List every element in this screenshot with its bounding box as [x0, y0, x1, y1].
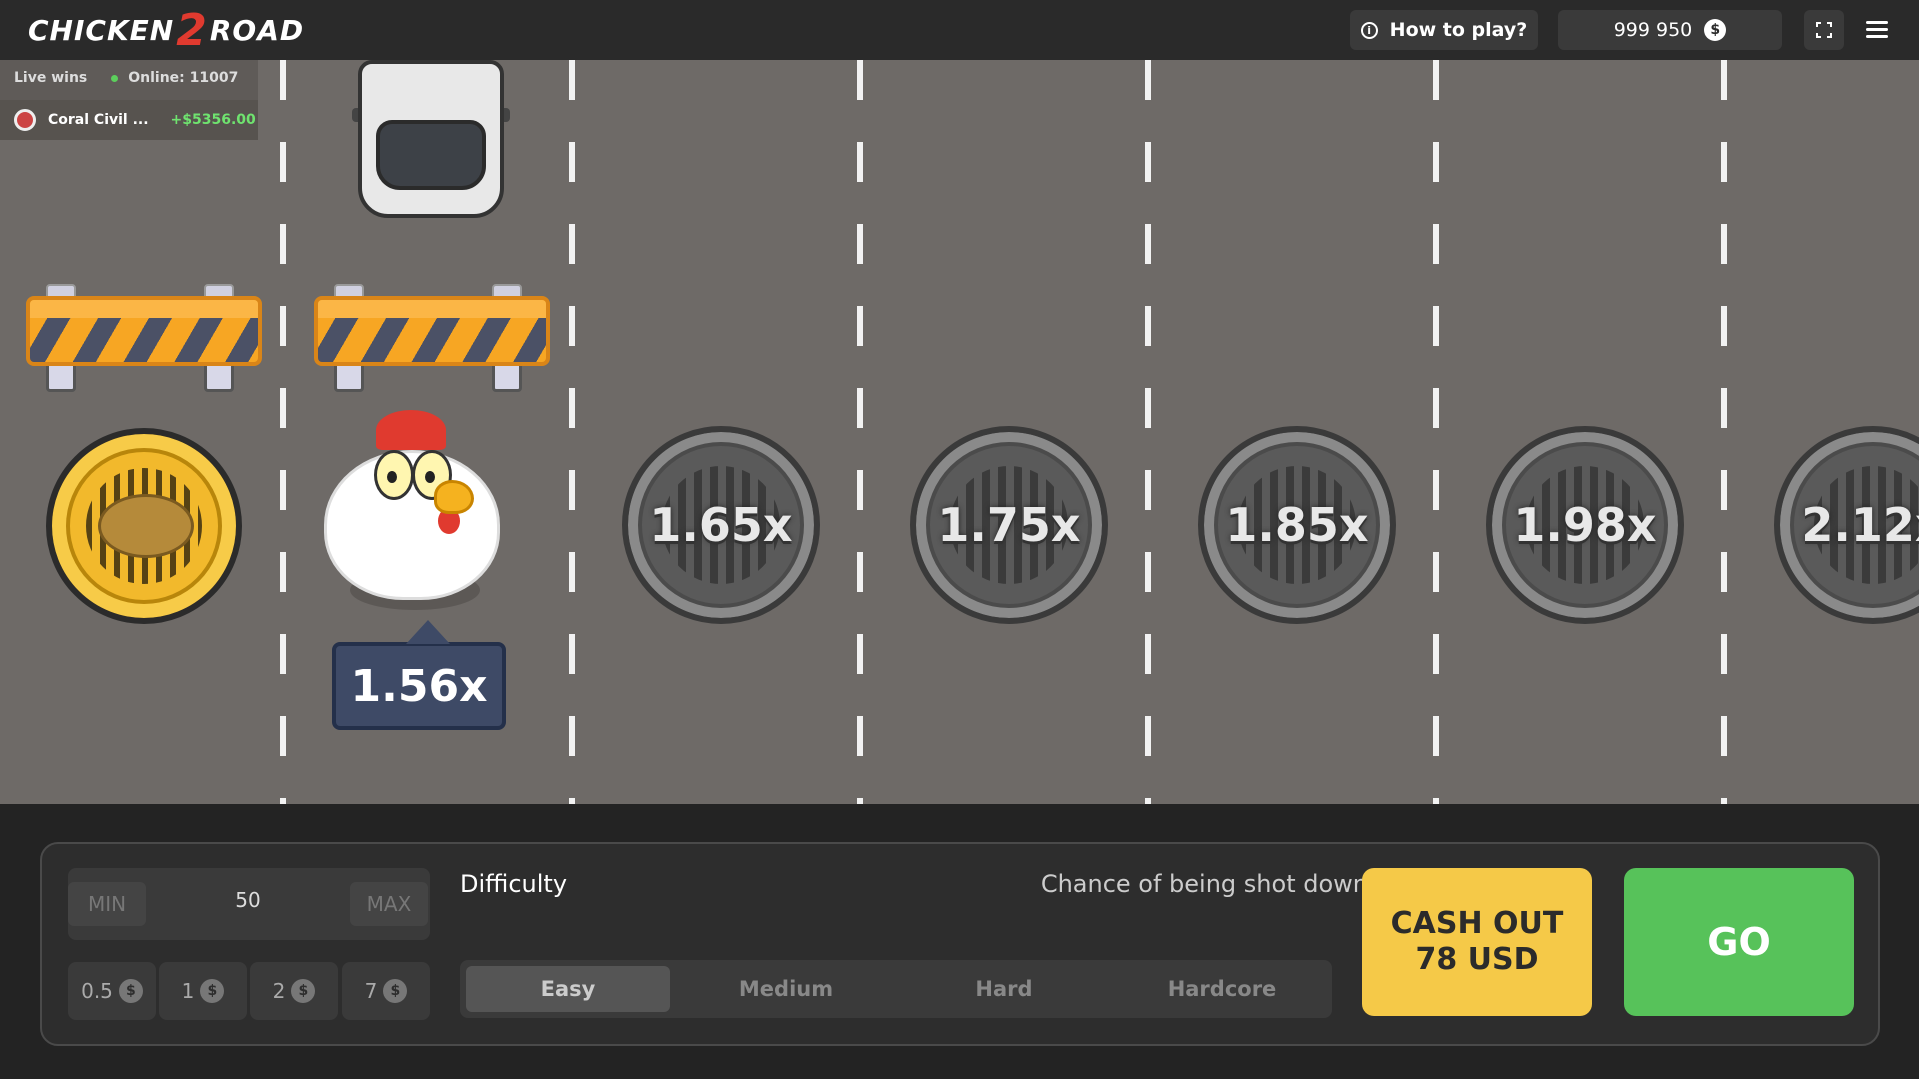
min-bet-button[interactable]: MIN — [68, 882, 146, 926]
fullscreen-icon — [1816, 22, 1832, 38]
road-barrier — [26, 278, 262, 398]
game-app: CHICKEN 2 ROAD i How to play? 999 950 $ — [0, 0, 1919, 1079]
chip-button[interactable]: 0.5 $ — [68, 962, 156, 1020]
difficulty-hard[interactable]: Hard — [902, 966, 1106, 1012]
top-bar: CHICKEN 2 ROAD i How to play? 999 950 $ — [0, 0, 1919, 60]
logo-text-left: CHICKEN — [28, 13, 175, 47]
difficulty-selector: Easy Medium Hard Hardcore — [460, 960, 1332, 1018]
dollar-coin-icon: $ — [291, 979, 316, 1003]
max-bet-button[interactable]: MAX — [350, 882, 428, 926]
chip-button[interactable]: 2 $ — [250, 962, 338, 1020]
roast-chicken-icon — [98, 494, 194, 558]
dollar-coin-icon: $ — [1704, 19, 1727, 41]
live-wins-header: Live wins Online: 11007 — [14, 70, 238, 86]
win-amount: +$5356.00 — [170, 112, 256, 128]
difficulty-medium[interactable]: Medium — [684, 966, 888, 1012]
dollar-coin-icon: $ — [118, 979, 143, 1003]
hamburger-menu-icon[interactable] — [1866, 18, 1890, 42]
road-barrier — [314, 278, 550, 398]
logo-text-right: ROAD — [209, 13, 305, 47]
difficulty-label: Difficulty — [460, 870, 568, 898]
dollar-coin-icon: $ — [383, 979, 408, 1003]
chip-value: 2 — [272, 979, 286, 1003]
bet-panel: MIN 50 MAX 0.5 $ 1 $ 2 $ 7 $ Difficulty … — [40, 842, 1880, 1046]
lane-divider — [1433, 60, 1439, 804]
difficulty-easy[interactable]: Easy — [466, 966, 670, 1012]
live-wins-label: Live wins — [14, 70, 88, 86]
go-button[interactable]: GO — [1624, 868, 1854, 1016]
cash-out-label: CASH OUT — [1390, 906, 1564, 941]
multiplier-value: 1.65x — [649, 498, 793, 552]
difficulty-hardcore[interactable]: Hardcore — [1120, 966, 1324, 1012]
logo-number: 2 — [176, 4, 208, 56]
online-count: Online: 11007 — [128, 70, 239, 86]
winner-name: Coral Civil ... — [48, 112, 149, 128]
fullscreen-button[interactable] — [1804, 10, 1844, 50]
cash-out-amount: 78 USD — [1415, 942, 1539, 977]
how-to-play-label: How to play? — [1389, 19, 1528, 41]
cash-out-button[interactable]: CASH OUT 78 USD — [1362, 868, 1592, 1016]
chip-value: 1 — [181, 979, 195, 1003]
balance-display: 999 950 $ — [1558, 10, 1782, 50]
info-icon: i — [1360, 21, 1378, 39]
chip-value: 0.5 — [81, 979, 113, 1003]
lane-divider — [280, 60, 286, 804]
manhole-multiplier[interactable]: 1.98x — [1486, 426, 1684, 624]
current-multiplier-label: 1.56x — [332, 620, 506, 730]
road-area — [0, 60, 1919, 804]
chip-button[interactable]: 7 $ — [342, 962, 430, 1020]
multiplier-value: 1.75x — [937, 498, 1081, 552]
lane-divider — [569, 60, 575, 804]
avatar — [14, 109, 36, 131]
multiplier-value: 1.85x — [1225, 498, 1369, 552]
chip-value: 7 — [364, 979, 378, 1003]
chicken-player — [320, 410, 500, 610]
bet-amount-input[interactable]: 50 — [208, 888, 288, 912]
dollar-coin-icon: $ — [200, 979, 225, 1003]
controls-area: MIN 50 MAX 0.5 $ 1 $ 2 $ 7 $ Difficulty … — [0, 804, 1919, 1079]
manhole-multiplier[interactable]: 1.75x — [910, 426, 1108, 624]
chip-button[interactable]: 1 $ — [159, 962, 247, 1020]
how-to-play-button[interactable]: i How to play? — [1350, 10, 1538, 50]
game-logo: CHICKEN 2 ROAD — [28, 5, 305, 56]
live-win-row: Coral Civil ... +$5356.00 — [0, 100, 258, 140]
online-dot-icon — [111, 74, 119, 82]
multiplier-value: 2.12x — [1801, 498, 1919, 552]
bet-amount-box: MIN 50 MAX — [68, 868, 430, 940]
chance-label: Chance of being shot down — [1040, 870, 1368, 898]
collected-gold-coin — [46, 428, 242, 624]
balance-value: 999 950 — [1613, 19, 1693, 41]
lane-divider — [1721, 60, 1727, 804]
live-wins-panel: Live wins Online: 11007 Coral Civil ... … — [0, 60, 258, 140]
multiplier-value: 1.98x — [1513, 498, 1657, 552]
manhole-multiplier[interactable]: 1.65x — [622, 426, 820, 624]
lane-divider — [1145, 60, 1151, 804]
police-car — [352, 60, 510, 222]
lane-divider — [857, 60, 863, 804]
manhole-multiplier[interactable]: 1.85x — [1198, 426, 1396, 624]
